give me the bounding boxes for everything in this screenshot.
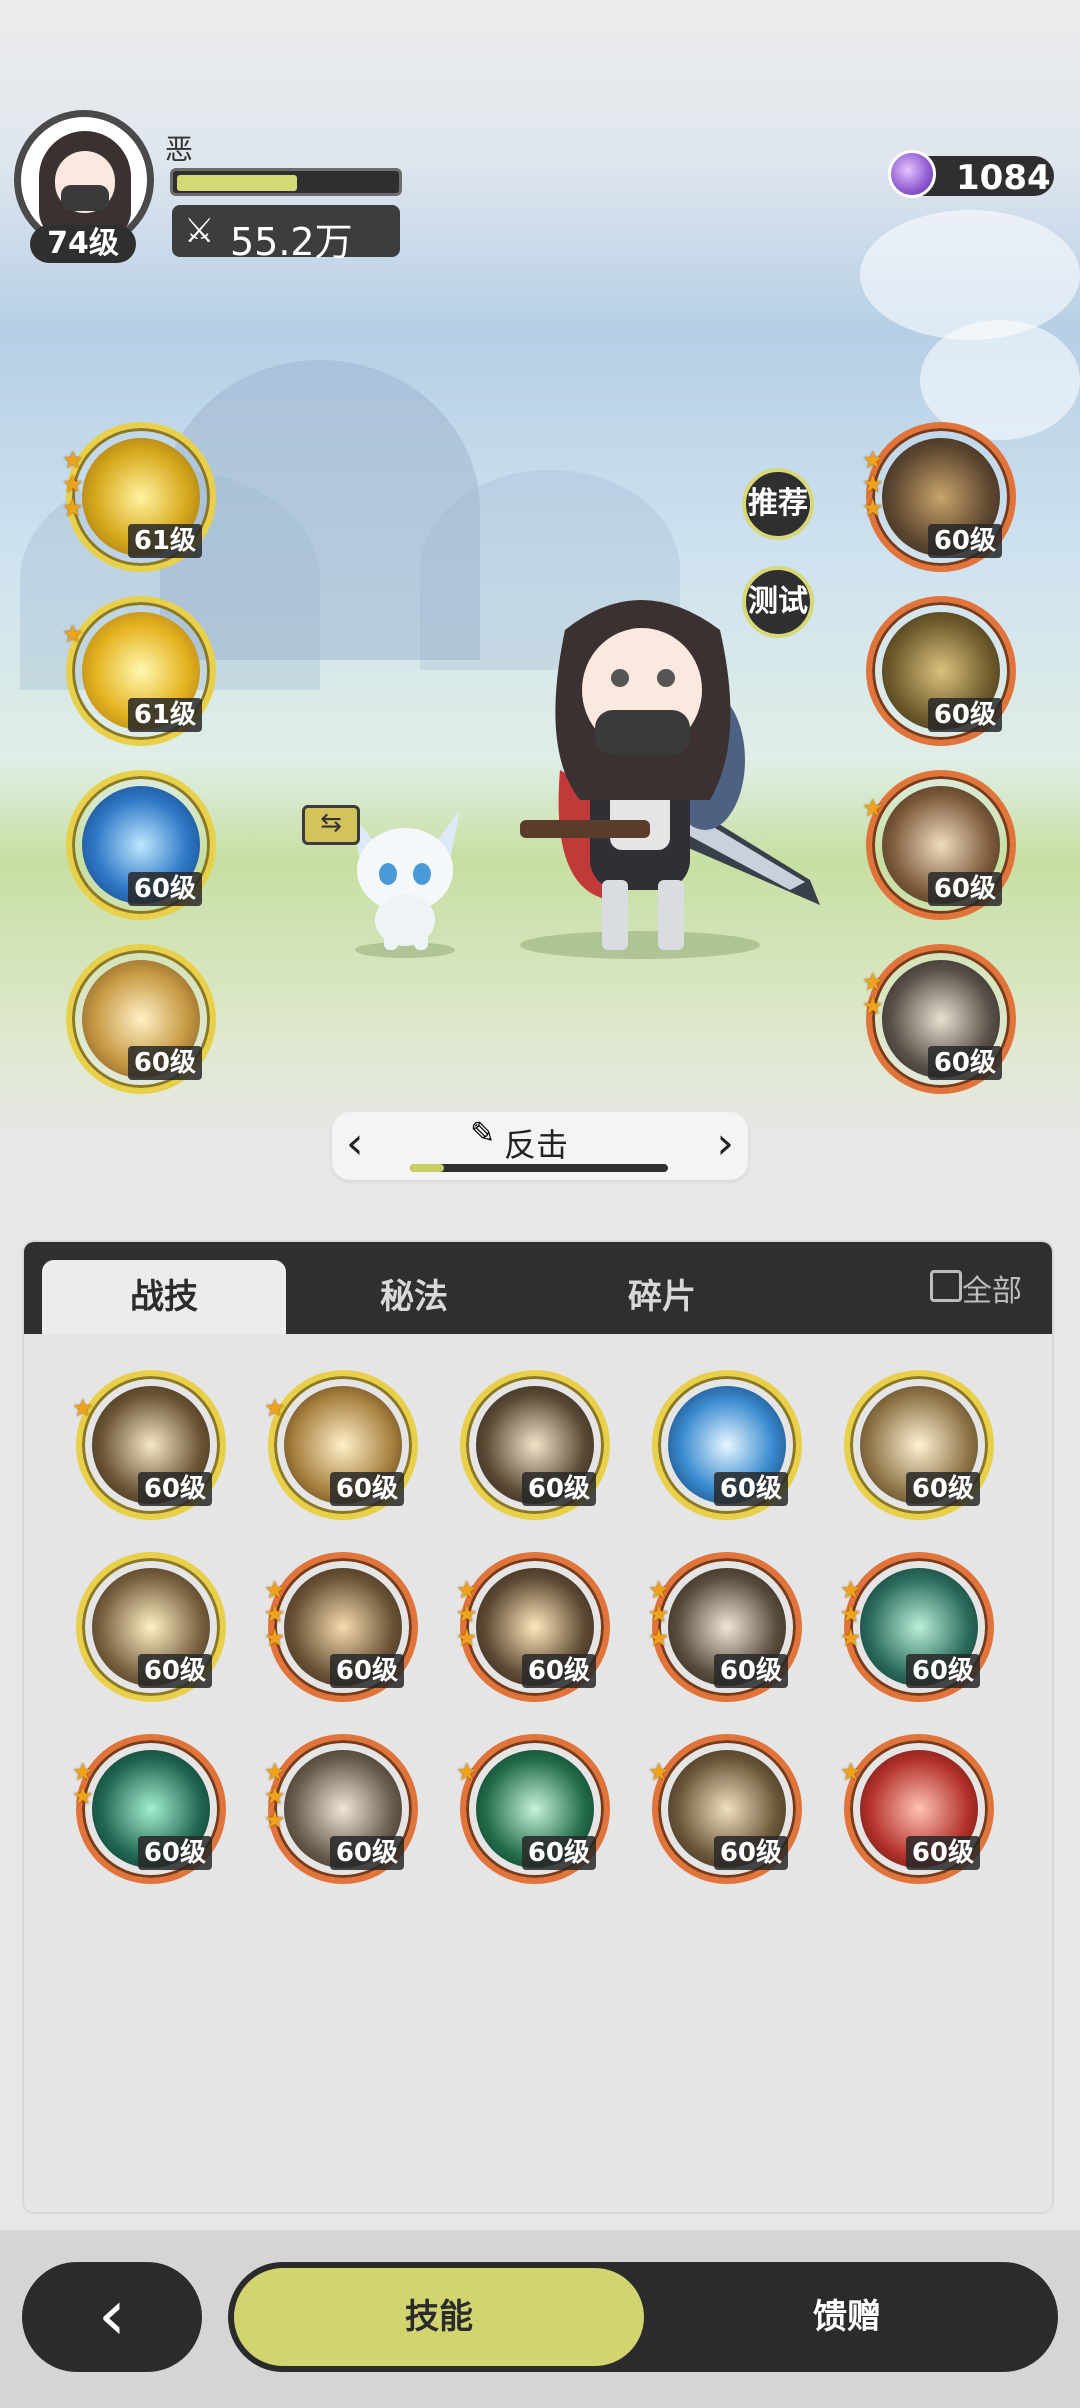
skill-icon[interactable]: 60级 ★: [264, 1370, 418, 1520]
stance-progress-fill: [410, 1164, 444, 1172]
purple-gem-icon: [888, 150, 936, 198]
skill-stars: ★: [72, 1394, 94, 1422]
skill-icon[interactable]: 60级 ★ ★ ★: [456, 1552, 610, 1702]
skill-level: 61级: [127, 698, 202, 732]
tab-skills[interactable]: 战技: [42, 1260, 286, 1334]
skill-level: 60级: [521, 1654, 596, 1688]
nav-skills[interactable]: 技能: [234, 2268, 644, 2366]
skill-stars: ★ ★ ★: [840, 1576, 862, 1652]
skill-stars: ★: [648, 1758, 670, 1786]
skill-stars: ★ ★ ★: [862, 446, 884, 522]
skill-stars: ★ ★ ★: [264, 1758, 286, 1834]
skill-level: 60级: [713, 1836, 788, 1870]
skill-level: 60级: [329, 1472, 404, 1506]
stance-label: 反击: [504, 1126, 569, 1164]
skill-level: 60级: [927, 872, 1002, 906]
tab-secrets[interactable]: 秘法: [292, 1260, 536, 1334]
skill-icon[interactable]: 61级 ★: [62, 596, 216, 746]
skill-level: 60级: [329, 1836, 404, 1870]
show-all-checkbox[interactable]: [930, 1270, 962, 1302]
skill-stars: ★ ★: [72, 1758, 94, 1810]
skill-stars: ★: [862, 794, 884, 822]
skill-icon[interactable]: 60级: [66, 944, 216, 1094]
chevron-right-icon[interactable]: ›: [716, 1118, 734, 1169]
currency-amount: 1084: [956, 158, 1051, 198]
cloud: [860, 210, 1080, 340]
skill-level: 60级: [927, 1046, 1002, 1080]
swap-icon[interactable]: ⇆: [302, 805, 360, 845]
skill-level: 60级: [521, 1836, 596, 1870]
skill-icon[interactable]: 60级 ★ ★ ★: [648, 1552, 802, 1702]
skill-icon[interactable]: 60级 ★: [456, 1734, 610, 1884]
combat-power: ⚔ 55.2万: [172, 205, 400, 264]
skill-icon[interactable]: 60级: [866, 596, 1016, 746]
skill-stars: ★ ★ ★: [456, 1576, 478, 1652]
skill-icon[interactable]: 60级 ★ ★: [862, 944, 1016, 1094]
skill-icon[interactable]: 60级 ★ ★ ★: [840, 1552, 994, 1702]
back-arrow-icon: ‹: [98, 2274, 126, 2356]
skill-stars: ★ ★ ★: [62, 446, 84, 522]
chevron-left-icon[interactable]: ‹: [346, 1118, 364, 1169]
tab-fragments[interactable]: 碎片: [540, 1260, 784, 1334]
player-level-badge: 74级: [30, 225, 136, 263]
skill-level: 60级: [905, 1654, 980, 1688]
recommend-button[interactable]: 推荐: [742, 468, 814, 540]
skill-level: 60级: [329, 1654, 404, 1688]
skill-level: 60级: [521, 1472, 596, 1506]
skill-level: 60级: [127, 872, 202, 906]
skill-icon[interactable]: 60级: [66, 770, 216, 920]
skill-icon[interactable]: 60级 ★: [862, 770, 1016, 920]
bottom-nav: 技能 馈赠: [228, 2262, 1058, 2372]
skill-stars: ★: [62, 620, 84, 648]
skill-icon[interactable]: 60级 ★: [840, 1734, 994, 1884]
skill-level: 60级: [127, 1046, 202, 1080]
exp-bar: [170, 168, 402, 196]
skill-level: 60级: [137, 1472, 212, 1506]
skill-stars: ★: [264, 1394, 286, 1422]
skill-level: 60级: [905, 1472, 980, 1506]
currency-display[interactable]: 1084: [888, 150, 1054, 198]
skill-level: 60级: [927, 698, 1002, 732]
skill-stars: ★: [840, 1758, 862, 1786]
crossed-swords-icon: ⚔: [184, 211, 215, 251]
skill-level: 60级: [713, 1472, 788, 1506]
skill-icon[interactable]: 60级: [652, 1370, 802, 1520]
skill-panel: 战技 秘法 碎片 全部 60级 ★ 60级 ★ 60级 60级 60级 60级 60级 ★ ★ ★ 60…: [24, 1242, 1052, 2212]
exp-bar-fill: [177, 175, 297, 191]
skill-stars: ★ ★ ★: [264, 1576, 286, 1652]
skill-icon[interactable]: 60级 ★ ★: [72, 1734, 226, 1884]
skill-level: 60级: [713, 1654, 788, 1688]
skill-icon[interactable]: 60级 ★: [72, 1370, 226, 1520]
nav-gifts[interactable]: 馈赠: [642, 2268, 1052, 2366]
skill-icon[interactable]: 60级: [844, 1370, 994, 1520]
stance-selector: ‹ ✎ 反击 ›: [332, 1112, 748, 1180]
skill-level: 60级: [905, 1836, 980, 1870]
skill-level: 60级: [927, 524, 1002, 558]
skill-icon[interactable]: 60级 ★: [648, 1734, 802, 1884]
skill-stars: ★ ★: [862, 968, 884, 1020]
combat-power-value: 55.2万: [230, 220, 353, 264]
skill-icon[interactable]: 60级 ★ ★ ★: [862, 422, 1016, 572]
stance-progress-bar: [410, 1164, 668, 1172]
back-button[interactable]: ‹: [22, 2262, 202, 2372]
skill-stars: ★: [456, 1758, 478, 1786]
skill-icon[interactable]: 60级 ★ ★ ★: [264, 1552, 418, 1702]
skill-icon[interactable]: 61级 ★ ★ ★: [62, 422, 216, 572]
skill-icon[interactable]: 60级: [76, 1552, 226, 1702]
pencil-icon[interactable]: ✎: [470, 1116, 495, 1151]
skill-icon[interactable]: 60级 ★ ★ ★: [264, 1734, 418, 1884]
skill-level: 60级: [137, 1836, 212, 1870]
skill-icon[interactable]: 60级: [460, 1370, 610, 1520]
hero-character: [520, 600, 820, 959]
skill-tabs: 战技 秘法 碎片 全部: [24, 1242, 1052, 1334]
show-all-label: 全部: [962, 1274, 1022, 1309]
skill-stars: ★ ★ ★: [648, 1576, 670, 1652]
skill-level: 61级: [127, 524, 202, 558]
player-name: 恶: [165, 133, 194, 166]
skill-level: 60级: [137, 1654, 212, 1688]
